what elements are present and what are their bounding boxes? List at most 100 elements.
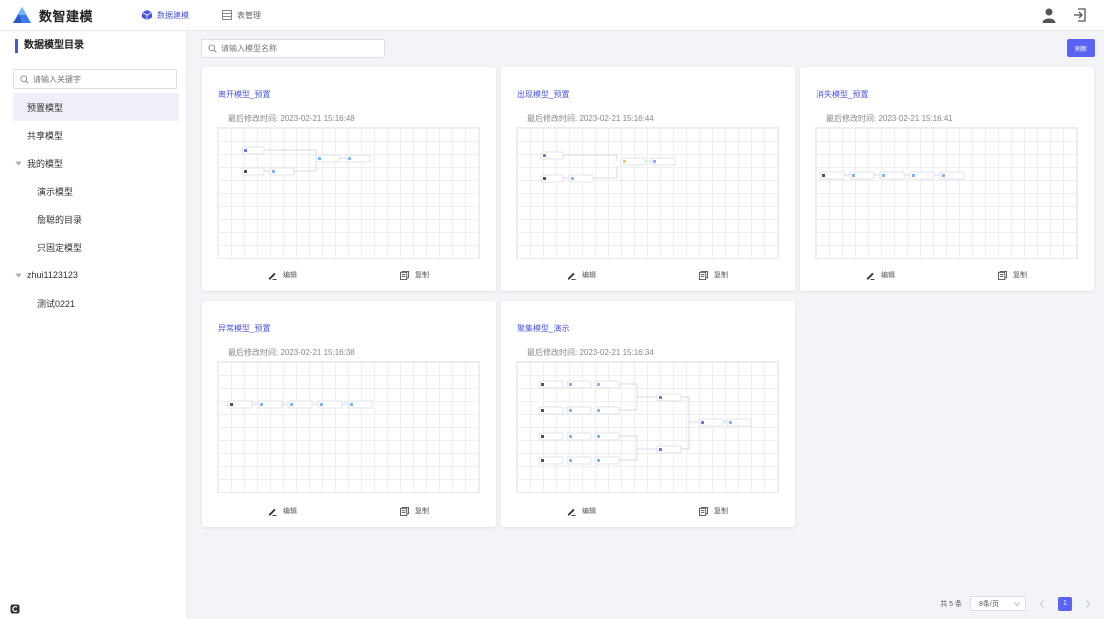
copy-icon [400,270,409,280]
model-flow-diagram [538,380,752,465]
page-size-value: 8条/页 [979,600,999,608]
brand-mark-icon [10,604,20,614]
model-card: 聚集模型_演示 最后修改时间: 2023-02-21 15:16:34 编辑 复… [501,301,795,527]
tree-item-demo[interactable]: 演示模型 [0,177,187,205]
search-icon [208,44,217,53]
model-title[interactable]: 消失模型_预置 [816,89,868,100]
copy-button[interactable]: 复制 [699,506,728,516]
chevron-down-icon [1014,602,1020,607]
copy-button[interactable]: 复制 [998,270,1027,280]
model-preview-canvas[interactable] [815,127,1078,259]
model-preview-canvas[interactable] [217,361,480,493]
model-modified-time: 最后修改时间: 2023-02-21 15:16:34 [527,348,654,357]
tree-item-fixed[interactable]: 只固定模型 [0,233,187,261]
tree-item-label: 测试0221 [37,298,76,309]
tree-item-label: 预置模型 [27,102,64,113]
copy-label: 复制 [415,272,429,279]
tree-item-label: 詹聪的目录 [37,214,83,225]
prev-page-button[interactable] [1035,597,1049,611]
model-search-input[interactable] [221,44,381,53]
edit-button[interactable]: 编辑 [268,270,297,280]
model-title[interactable]: 离开模型_预置 [218,89,270,100]
card-actions: 编辑 复制 [202,261,496,291]
model-flow-diagram [227,400,373,409]
model-flow-diagram [241,146,371,176]
model-modified-time: 最后修改时间: 2023-02-21 15:16:41 [826,114,953,123]
copy-button[interactable]: 复制 [400,506,429,516]
edit-icon [567,272,576,280]
user-icon[interactable] [1041,7,1057,23]
edit-label: 编辑 [283,272,297,279]
app-logo: 数智建模 [13,6,93,25]
logo-icon [13,7,31,23]
edit-icon [866,272,875,280]
copy-label: 复制 [714,272,728,279]
tree-item-label: 共享模型 [27,130,64,141]
sidebar-search[interactable] [13,69,177,89]
tree-item-label: zhui1123123 [27,270,78,280]
refresh-button[interactable]: 刷新 [1067,39,1095,57]
model-modified-time: 最后修改时间: 2023-02-21 15:16:48 [228,114,355,123]
tree-item-zhui[interactable]: zhui1123123 [0,261,187,289]
chevron-right-icon [1086,599,1091,608]
sidebar-title: 数据模型目录 [15,39,84,53]
tree-item-zhancong[interactable]: 詹聪的目录 [0,205,187,233]
tree-item-label: 只固定模型 [37,242,83,253]
copy-button[interactable]: 复制 [699,270,728,280]
model-title[interactable]: 聚集模型_演示 [517,323,569,334]
caret-down-icon[interactable] [15,272,22,279]
nav-label: 表管理 [237,10,262,20]
copy-icon [699,506,708,516]
sidebar-search-input[interactable] [33,74,173,84]
page-number-button[interactable]: 1 [1058,596,1072,611]
model-flow-diagram [819,171,965,180]
nav-label: 数据建模 [157,10,190,20]
main-area: 刷新 离开模型_预置 最后修改时间: 2023-02-21 15:16:48 编… [187,31,1104,619]
model-search[interactable] [201,39,385,58]
tree-item-test[interactable]: 测试0221 [0,289,187,317]
copy-label: 复制 [714,508,728,515]
edit-button[interactable]: 编辑 [567,506,596,516]
next-page-button[interactable] [1081,597,1095,611]
model-card: 异常模型_预置 最后修改时间: 2023-02-21 15:16:38 编辑 复… [202,301,496,527]
logout-icon[interactable] [1072,7,1088,23]
edit-icon [268,508,277,516]
copy-icon [699,270,708,280]
edit-label: 编辑 [582,508,596,515]
model-preview-canvas[interactable] [516,361,779,493]
nav-data-modeling[interactable]: 数据建模 [142,10,189,21]
header-actions [1026,7,1088,23]
page-size-select[interactable]: 8条/页 [970,596,1026,611]
cube-icon [142,10,153,20]
nav-table-management[interactable]: 表管理 [222,10,261,21]
card-actions: 编辑 复制 [800,261,1094,291]
model-title[interactable]: 异常模型_预置 [218,323,270,334]
pagination: 共 5 条 8条/页 1 [940,596,1095,611]
tree-item-preset[interactable]: 预置模型 [13,93,179,121]
edit-button[interactable]: 编辑 [866,270,895,280]
card-actions: 编辑 复制 [501,497,795,527]
model-modified-time: 最后修改时间: 2023-02-21 15:16:38 [228,348,355,357]
copy-icon [400,506,409,516]
caret-down-icon[interactable] [15,160,22,167]
search-icon [20,74,29,84]
model-modified-time: 最后修改时间: 2023-02-21 15:16:44 [527,114,654,123]
edit-button[interactable]: 编辑 [567,270,596,280]
sidebar: 数据模型目录 预置模型 共享模型 我的模型 演示模型 詹聪的目录 只固定模型 z… [0,31,187,619]
pagination-total: 共 5 条 [940,600,962,608]
copy-button[interactable]: 复制 [400,270,429,280]
model-preview-canvas[interactable] [217,127,480,259]
tree-item-label: 演示模型 [37,186,74,197]
model-tree: 预置模型 共享模型 我的模型 演示模型 詹聪的目录 只固定模型 zhui1123… [0,93,187,317]
edit-icon [567,508,576,516]
app-title: 数智建模 [39,8,94,24]
edit-label: 编辑 [283,508,297,515]
edit-button[interactable]: 编辑 [268,506,297,516]
tree-item-my-models[interactable]: 我的模型 [0,149,187,177]
model-title[interactable]: 出现模型_预置 [517,89,569,100]
card-actions: 编辑 复制 [501,261,795,291]
model-preview-canvas[interactable] [516,127,779,259]
tree-item-shared[interactable]: 共享模型 [0,121,187,149]
refresh-label: 刷新 [1074,46,1087,53]
model-card: 消失模型_预置 最后修改时间: 2023-02-21 15:16:41 编辑 复… [800,67,1094,291]
